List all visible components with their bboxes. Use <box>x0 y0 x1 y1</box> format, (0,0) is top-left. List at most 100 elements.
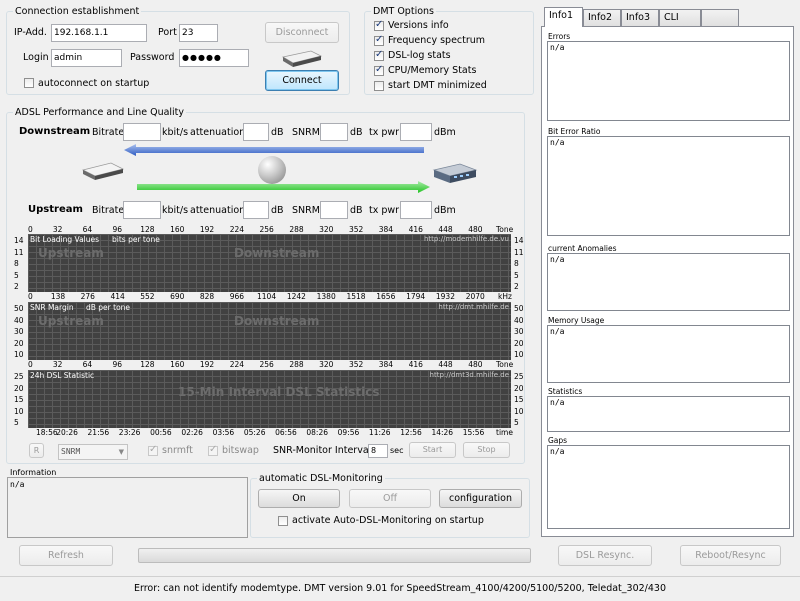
upstream-attenuation-unit: dB <box>271 205 284 216</box>
axis-tick-label: 352 <box>348 360 364 369</box>
memory-usage-box: n/a <box>547 325 790 383</box>
tab-cli[interactable]: CLI <box>659 9 701 26</box>
y-tick-label: 50 <box>514 304 524 313</box>
password-label: Password <box>130 52 175 63</box>
login-input[interactable]: admin <box>51 49 122 67</box>
upstream-attenuation-field <box>243 201 269 219</box>
frequency-spectrum-label: Frequency spectrum <box>388 35 486 46</box>
downstream-attenuation-field <box>243 123 269 141</box>
snr-interval-label: SNR-Monitor Interval: <box>273 445 375 456</box>
upstream-bitrate-label: Bitrate <box>92 205 125 216</box>
connect-button[interactable]: Connect <box>265 70 339 91</box>
bitloading-watermark-downstream: Downstream <box>234 246 320 260</box>
stop-button[interactable]: Stop <box>463 442 510 458</box>
memory-usage-label: Memory Usage <box>548 316 605 325</box>
axis-tick-label: 138 <box>50 292 66 301</box>
y-tick-label: 2 <box>514 282 519 291</box>
mode-select[interactable]: SNRM ▼ <box>58 444 128 460</box>
axis-tick-label: 160 <box>170 360 185 369</box>
axis-tick-label: 02:26 <box>181 428 203 437</box>
axis-tick-label: 1794 <box>406 292 426 301</box>
axis-tick-label: 448 <box>438 225 453 234</box>
errors-value: n/a <box>550 43 565 52</box>
upstream-txpwr-label: tx pwr <box>369 205 400 216</box>
downstream-txpwr-field <box>400 123 432 141</box>
dsl-log-stats-checkbox[interactable] <box>374 49 384 61</box>
y-tick-label: 14 <box>514 236 524 245</box>
tab-info2[interactable]: Info2 <box>583 9 621 26</box>
upstream-txpwr-unit: dBm <box>434 205 456 216</box>
autoconnect-checkbox[interactable] <box>24 78 34 88</box>
y-tick-label: 25 <box>14 372 24 381</box>
ip-input[interactable]: 192.168.1.1 <box>51 24 147 42</box>
port-input[interactable]: 23 <box>179 24 218 42</box>
auto-monitoring-startup-checkbox[interactable] <box>278 516 288 526</box>
axis-tick-label: 552 <box>140 292 155 301</box>
snr-interval-input[interactable]: 8 <box>368 444 388 458</box>
axis-tick-label: 06:56 <box>275 428 297 437</box>
tab-info3[interactable]: Info3 <box>621 9 659 26</box>
progress-bar <box>138 548 531 563</box>
dsl-resync-button[interactable]: DSL Resync. <box>558 545 652 566</box>
start-minimized-checkbox[interactable] <box>374 81 384 91</box>
globe-icon <box>258 156 286 184</box>
bitswap-checkbox[interactable] <box>208 444 218 456</box>
y-tick-label: 10 <box>514 406 524 416</box>
bitloading-chart: Bit Loading Values bits per tone http://… <box>28 234 511 292</box>
monitoring-off-button[interactable]: Off <box>349 489 431 508</box>
tab-blank[interactable] <box>701 9 739 26</box>
cpu-memory-stats-label: CPU/Memory Stats <box>388 65 477 76</box>
upstream-snrm-unit: dB <box>350 205 363 216</box>
axis-tick-label: 1518 <box>346 292 366 301</box>
bitloading-chart-url: http://modemhilfe.de.vu <box>424 235 509 243</box>
tab-info1[interactable]: Info1 <box>544 7 583 27</box>
downstream-snrm-label: SNRM <box>292 127 320 138</box>
axis-tick-label: 288 <box>289 225 304 234</box>
dslam-icon <box>430 160 480 186</box>
information-box: n/a <box>7 477 248 538</box>
cpu-memory-stats-checkbox[interactable] <box>374 64 384 76</box>
axis-tick-label: 1380 <box>316 292 336 301</box>
y-tick-label: 40 <box>514 315 524 325</box>
axis-tick-label: 1656 <box>376 292 396 301</box>
downstream-txpwr-label: tx pwr <box>369 127 400 138</box>
axis-tick-label: 0 <box>28 225 33 234</box>
r-button[interactable]: R <box>29 443 44 458</box>
errors-label: Errors <box>548 32 571 41</box>
frequency-spectrum-checkbox[interactable] <box>374 34 384 46</box>
modem-device-icon <box>80 160 126 182</box>
bit-error-ratio-value: n/a <box>550 138 565 147</box>
bitloading-chart-title: Bit Loading Values <box>30 235 100 244</box>
downstream-attenuation-unit: dB <box>271 127 284 138</box>
upstream-label: Upstream <box>28 204 83 215</box>
statistics-box: n/a <box>547 396 790 432</box>
axis-tick-label: 03:56 <box>212 428 235 437</box>
upstream-snrm-label: SNRM <box>292 205 320 216</box>
monitoring-on-button[interactable]: On <box>258 489 340 508</box>
versions-info-checkbox[interactable] <box>374 19 384 31</box>
upstream-arrow <box>137 181 430 193</box>
axis-tick-label: 32 <box>52 360 63 369</box>
status-text: Error: can not identify modemtype. DMT v… <box>133 583 666 594</box>
snr-y-ticks-right: 50 40 30 20 10 <box>514 302 526 360</box>
password-input[interactable]: ●●●●● <box>179 49 249 67</box>
disconnect-button[interactable]: Disconnect <box>265 22 339 43</box>
axis-tick-label: 192 <box>199 225 215 234</box>
chevron-down-icon: ▼ <box>118 448 124 456</box>
downstream-snrm-unit: dB <box>350 127 363 138</box>
snrmft-checkbox[interactable] <box>148 444 158 456</box>
bitswap-label: bitswap <box>222 445 259 456</box>
axis-tick-label: 64 <box>82 225 93 234</box>
auto-monitoring-startup-label: activate Auto-DSL-Monitoring on startup <box>292 515 484 526</box>
reboot-resync-button[interactable]: Reboot/Resync <box>680 545 781 566</box>
snr-margin-chart: SNR Margin dB per tone http://dmt.mhilfe… <box>28 302 511 360</box>
refresh-button[interactable]: Refresh <box>19 545 113 566</box>
y-tick-label: 50 <box>14 304 24 313</box>
start-button[interactable]: Start <box>409 442 456 458</box>
axis-tick-label: 1932 <box>435 292 455 301</box>
bitloading-chart-subtitle: bits per tone <box>112 235 160 244</box>
stat-watermark: 15-Min Interval DSL Statistics <box>178 385 380 399</box>
axis-tick-label: 0 <box>28 360 33 369</box>
configuration-button[interactable]: configuration <box>439 489 522 508</box>
axis-tick-label: 416 <box>408 360 423 369</box>
